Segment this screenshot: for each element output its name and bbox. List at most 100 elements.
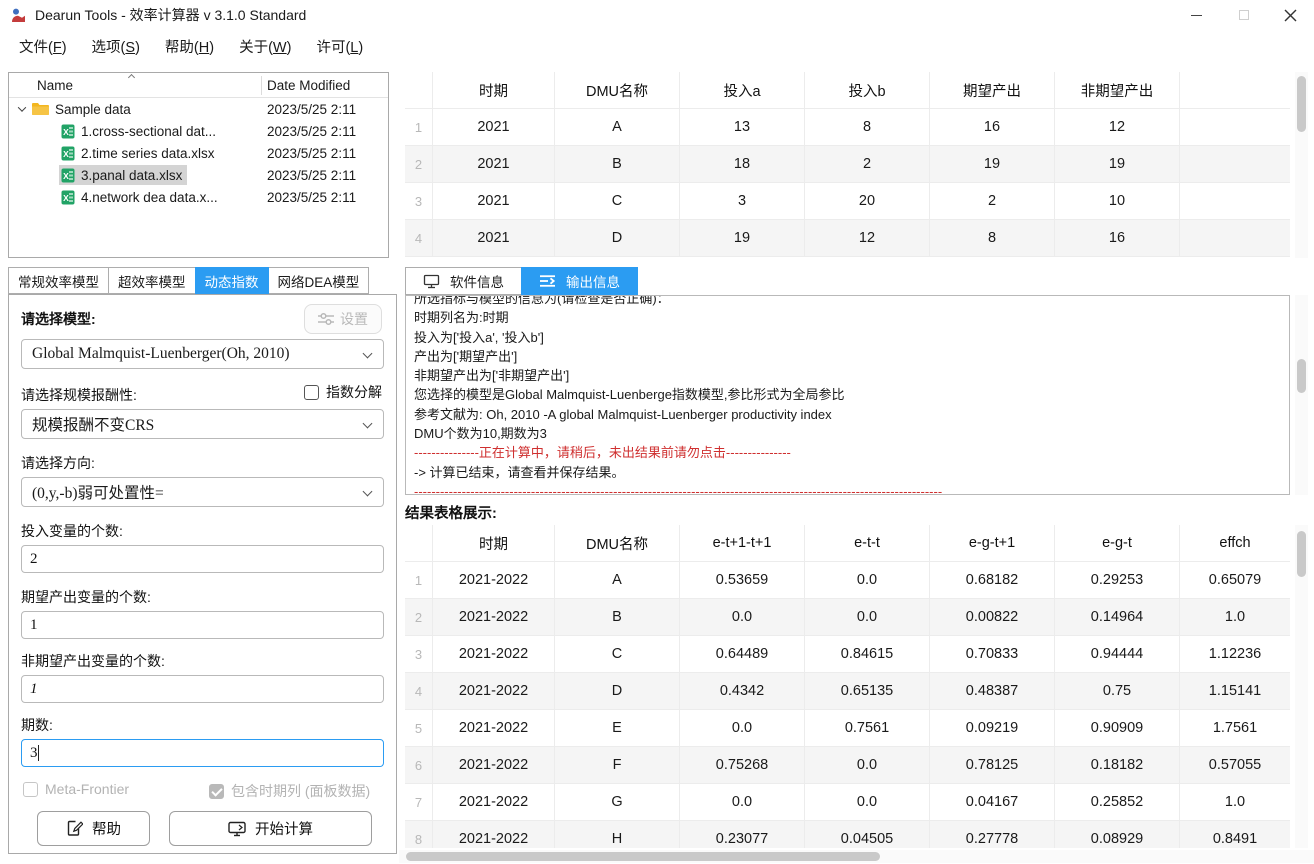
direction-select[interactable]: (0,y,-b)弱可处置性= (21, 477, 384, 507)
panel-data-checkbox[interactable]: 包含时期列 (面板数据) (209, 781, 370, 801)
table-row[interactable]: 62021-2022F0.752680.00.781250.181820.570… (405, 747, 1290, 784)
table-cell: 2021-2022 (433, 673, 555, 710)
chevron-down-icon (363, 419, 373, 429)
column-header[interactable]: DMU名称 (555, 72, 680, 109)
menu-item-W[interactable]: 关于(W) (230, 32, 300, 61)
period-count-field[interactable] (21, 739, 384, 767)
table-cell: 0.0 (680, 599, 805, 636)
table-row[interactable]: 42021D1912816 (405, 220, 1290, 257)
column-header[interactable]: 投入b (805, 72, 930, 109)
table-row[interactable]: 22021-2022B0.00.00.008220.149641.0 (405, 599, 1290, 636)
output-log[interactable]: 所选指标与模型的信息为(请检查是否正确)：时期列名为:时期投入为['投入a', … (405, 295, 1290, 495)
menu-item-L[interactable]: 许可(L) (307, 32, 372, 61)
table-row[interactable]: 72021-2022G0.00.00.041670.258521.0 (405, 784, 1290, 821)
table-row[interactable]: 82021-2022H0.230770.045050.277780.089290… (405, 821, 1290, 848)
data-table-scrollbar[interactable] (1295, 72, 1308, 258)
table-row[interactable]: 32021-2022C0.644890.846150.708330.944441… (405, 636, 1290, 673)
column-header-date-modified[interactable]: Date Modified (267, 78, 350, 93)
checkbox-checked-icon (209, 784, 224, 799)
returns-to-scale-select[interactable]: 规模报酬不变CRS (21, 409, 384, 439)
bad-output-count-field[interactable] (21, 675, 384, 703)
maximize-button[interactable] (1220, 0, 1267, 30)
bad-output-count-wrap (21, 675, 384, 703)
table-cell: 0.65079 (1180, 562, 1290, 599)
result-table-scrollbar[interactable] (1295, 525, 1308, 848)
tab-software-info[interactable]: 软件信息 (405, 267, 522, 295)
table-cell: 16 (930, 109, 1055, 146)
column-header[interactable]: 非期望产出 (1055, 72, 1180, 109)
column-header[interactable]: e-t+1-t+1 (680, 525, 805, 562)
column-header-filler (1180, 72, 1290, 109)
column-header[interactable]: e-g-t+1 (930, 525, 1055, 562)
index-decompose-checkbox[interactable]: 指数分解 (304, 382, 382, 402)
model-select[interactable]: Global Malmquist-Luenberger(Oh, 2010) (21, 339, 384, 369)
column-header[interactable]: 期望产出 (930, 72, 1055, 109)
file-tree-item[interactable]: X3.panal data.xlsx2023/5/25 2:11 (9, 164, 388, 186)
table-cell: 16 (1055, 220, 1180, 257)
column-header[interactable]: e-g-t (1055, 525, 1180, 562)
tab-dynamic-index[interactable]: 动态指数 (195, 267, 269, 294)
menu-item-F[interactable]: 文件(F) (10, 32, 76, 61)
scrollbar-thumb[interactable] (406, 852, 880, 861)
output-count-field[interactable] (21, 611, 384, 639)
row-number: 3 (405, 636, 433, 673)
table-cell: 0.75 (1055, 673, 1180, 710)
column-header-name[interactable]: Name (37, 78, 73, 93)
horizontal-scrollbar[interactable] (399, 850, 1314, 863)
period-count-label: 期数: (21, 715, 53, 735)
table-cell: 1.0 (1180, 784, 1290, 821)
close-button[interactable] (1267, 0, 1314, 30)
chevron-down-icon[interactable] (18, 103, 26, 111)
table-cell: 0.18182 (1055, 747, 1180, 784)
file-tree-item[interactable]: X4.network dea data.x...2023/5/25 2:11 (9, 186, 388, 208)
table-cell: 0.08929 (1055, 821, 1180, 848)
menu-item-S[interactable]: 选项(S) (83, 32, 149, 61)
column-header[interactable]: e-t-t (805, 525, 930, 562)
table-row[interactable]: 12021A1381612 (405, 109, 1290, 146)
model-select-label: 请选择模型: (21, 309, 96, 329)
table-cell: 13 (680, 109, 805, 146)
returns-to-scale-value: 规模报酬不变CRS (32, 413, 154, 435)
settings-button[interactable]: 设置 (304, 304, 382, 334)
table-cell: 0.64489 (680, 636, 805, 673)
table-cell: 0.7561 (805, 710, 930, 747)
menu-item-H[interactable]: 帮助(H) (156, 32, 223, 61)
minimize-button[interactable] (1173, 0, 1220, 30)
file-name: 3.panal data.xlsx (81, 168, 182, 183)
meta-frontier-checkbox[interactable]: Meta-Frontier (23, 781, 129, 797)
tab-output-info[interactable]: 输出信息 (521, 267, 638, 295)
scrollbar-thumb[interactable] (1297, 359, 1306, 393)
column-header[interactable]: 时期 (433, 525, 555, 562)
file-tree-folder-row[interactable]: Sample data2023/5/25 2:11 (9, 98, 388, 120)
sort-ascending-icon (128, 74, 135, 81)
table-cell: 0.14964 (1055, 599, 1180, 636)
table-cell-filler (1180, 220, 1290, 257)
output-log-scrollbar[interactable] (1295, 295, 1308, 495)
table-row[interactable]: 12021-2022A0.536590.00.681820.292530.650… (405, 562, 1290, 599)
table-row[interactable]: 42021-2022D0.43420.651350.483870.751.151… (405, 673, 1290, 710)
returns-to-scale-label: 请选择规模报酬性: (21, 385, 137, 405)
table-row[interactable]: 32021C320210 (405, 183, 1290, 220)
help-button[interactable]: 帮助 (37, 811, 150, 846)
table-cell: E (555, 710, 680, 747)
table-row[interactable]: 52021-2022E0.00.75610.092190.909091.7561 (405, 710, 1290, 747)
column-header[interactable]: effch (1180, 525, 1290, 562)
table-header-row: 时期DMU名称投入a投入b期望产出非期望产出 (405, 72, 1290, 109)
file-row-main: X3.panal data.xlsx (59, 165, 187, 185)
file-tree-item[interactable]: X1.cross-sectional dat...2023/5/25 2:11 (9, 120, 388, 142)
scrollbar-thumb[interactable] (1297, 76, 1306, 132)
scrollbar-thumb[interactable] (1297, 531, 1306, 577)
tab-super-efficiency[interactable]: 超效率模型 (108, 267, 196, 294)
file-tree-item[interactable]: X2.time series data.xlsx2023/5/25 2:11 (9, 142, 388, 164)
start-calculation-button[interactable]: 开始计算 (169, 811, 372, 846)
tab-regular-efficiency[interactable]: 常规效率模型 (8, 267, 109, 294)
column-header[interactable]: 时期 (433, 72, 555, 109)
input-count-field[interactable] (21, 545, 384, 573)
checkbox-unchecked-icon (23, 782, 38, 797)
column-header[interactable]: 投入a (680, 72, 805, 109)
output-line: 参考文献为: Oh, 2010 -A global Malmquist-Luen… (414, 405, 1281, 424)
table-row[interactable]: 22021B1821919 (405, 146, 1290, 183)
table-cell: F (555, 747, 680, 784)
tab-network-dea[interactable]: 网络DEA模型 (268, 267, 370, 294)
column-header[interactable]: DMU名称 (555, 525, 680, 562)
